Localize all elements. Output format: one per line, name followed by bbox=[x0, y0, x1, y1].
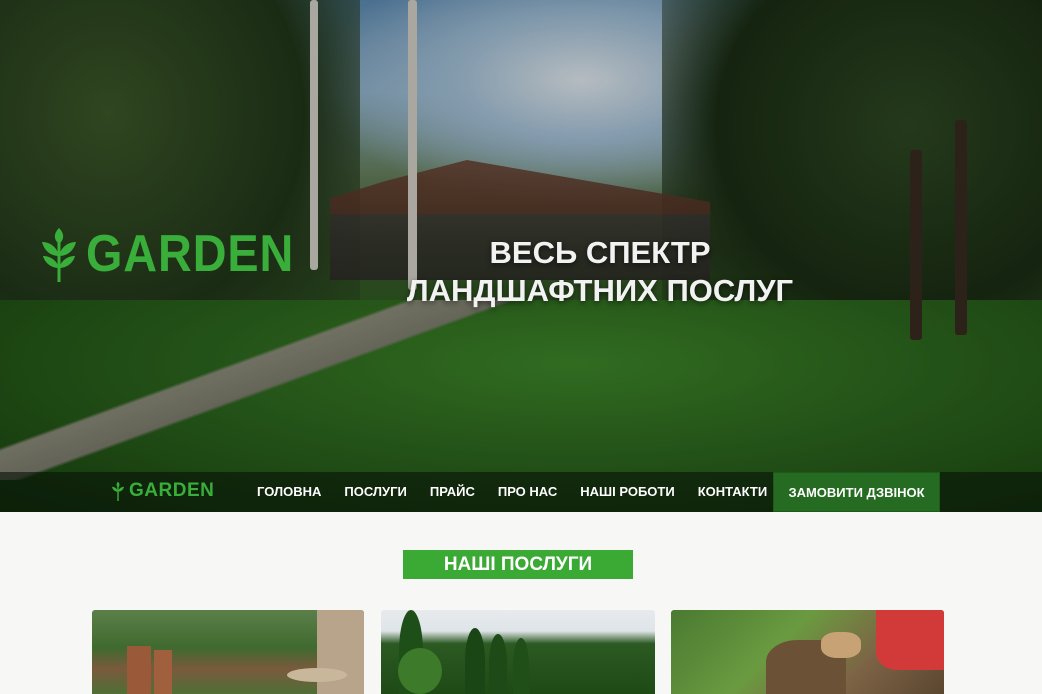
hero-title-line2: ЛАНДШАФТНИХ ПОСЛУГ bbox=[406, 273, 794, 308]
leaf-icon bbox=[111, 481, 125, 501]
card-1-pillar bbox=[154, 650, 172, 694]
logo-text: GARDEN bbox=[86, 225, 295, 283]
service-card-1[interactable] bbox=[92, 610, 364, 694]
card-2-cypress bbox=[489, 634, 507, 694]
leaf-icon bbox=[42, 228, 76, 282]
main-navbar: GARDEN ГОЛОВНА ПОСЛУГИ ПРАЙС ПРО НАС НАШ… bbox=[0, 472, 1042, 512]
nav-item-contacts[interactable]: КОНТАКТИ bbox=[698, 484, 768, 499]
hero-banner: GARDEN ВЕСЬ СПЕКТР ЛАНДШАФТНИХ ПОСЛУГ GA… bbox=[0, 0, 1042, 512]
services-section-title: НАШІ ПОСЛУГИ bbox=[403, 550, 633, 579]
service-card-3[interactable] bbox=[671, 610, 944, 694]
card-3-sleeve bbox=[876, 610, 944, 670]
service-card-2[interactable] bbox=[381, 610, 655, 694]
hero-title-line1: ВЕСЬ СПЕКТР bbox=[489, 235, 711, 270]
nav-item-services[interactable]: ПОСЛУГИ bbox=[344, 484, 406, 499]
nav-item-home[interactable]: ГОЛОВНА bbox=[257, 484, 321, 499]
nav-item-about[interactable]: ПРО НАС bbox=[498, 484, 557, 499]
card-3-glove bbox=[821, 632, 861, 658]
hero-logo[interactable]: GARDEN bbox=[38, 224, 317, 284]
card-1-fountain bbox=[287, 668, 347, 682]
nav-item-prices[interactable]: ПРАЙС bbox=[430, 484, 475, 499]
card-1-pillar bbox=[127, 646, 151, 694]
card-2-cypress bbox=[513, 638, 529, 694]
hero-title: ВЕСЬ СПЕКТР ЛАНДШАФТНИХ ПОСЛУГ bbox=[400, 234, 800, 310]
card-2-shrub bbox=[398, 648, 442, 694]
nav-menu: ГОЛОВНА ПОСЛУГИ ПРАЙС ПРО НАС НАШІ РОБОТ… bbox=[257, 484, 767, 499]
nav-logo[interactable]: GARDEN bbox=[110, 480, 214, 502]
nav-logo-text: GARDEN bbox=[129, 480, 215, 501]
card-2-cypress bbox=[465, 628, 485, 694]
nav-item-portfolio[interactable]: НАШІ РОБОТИ bbox=[580, 484, 674, 499]
order-call-button[interactable]: ЗАМОВИТИ ДЗВІНОК bbox=[773, 472, 940, 512]
